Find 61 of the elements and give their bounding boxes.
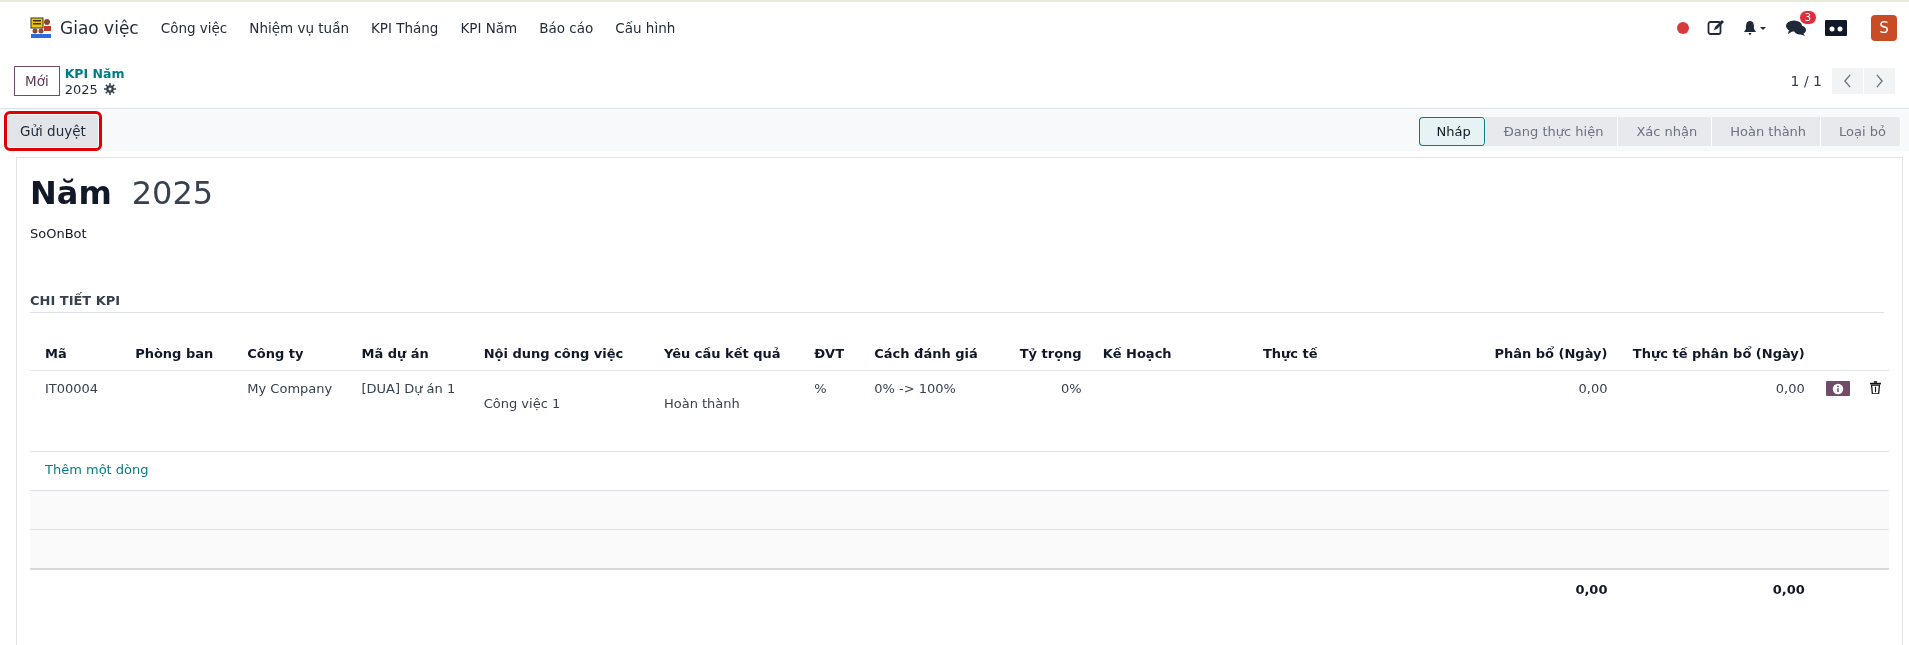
bell-icon[interactable] xyxy=(1743,20,1767,36)
column-header[interactable]: Nội dung công việc xyxy=(468,337,649,371)
chevron-left-icon xyxy=(1843,74,1852,88)
menu-item[interactable]: Cấu hình xyxy=(615,20,676,36)
menu-item[interactable]: KPI Năm xyxy=(460,20,518,36)
table-cell: 0% -> 100% xyxy=(874,381,956,396)
column-header[interactable]: Tỷ trọng xyxy=(997,337,1088,371)
table-cell: 0,00 xyxy=(1775,381,1805,396)
section-heading: CHI TIẾT KPI xyxy=(30,293,1884,313)
stage-step[interactable]: Đang thực hiện xyxy=(1485,116,1619,146)
menu-item[interactable]: Báo cáo xyxy=(539,20,594,36)
stage-step[interactable]: Hoàn thành xyxy=(1712,116,1822,146)
table-cell: Công việc 1 xyxy=(483,396,561,411)
delete-icon[interactable] xyxy=(1869,381,1881,394)
table-cell: My Company xyxy=(247,381,333,396)
total-value: 0,00 xyxy=(1772,582,1805,597)
add-line-link[interactable]: Thêm một dòng xyxy=(45,462,149,477)
table-cell: Hoàn thành xyxy=(663,396,740,411)
app-name[interactable]: Giao việc xyxy=(60,18,139,38)
user-avatar[interactable]: S xyxy=(1871,15,1897,41)
message-count-badge: 3 xyxy=(1798,10,1817,25)
table-cell: % xyxy=(814,381,827,396)
column-header[interactable]: Công ty xyxy=(232,337,347,371)
user-name[interactable]: SoOnBot xyxy=(30,226,1884,241)
year-label: Năm xyxy=(30,174,112,212)
pager-counter: 1 / 1 xyxy=(1790,73,1822,89)
column-header[interactable]: Phòng ban xyxy=(120,337,233,371)
column-header[interactable]: Mã dự án xyxy=(346,337,469,371)
next-button[interactable] xyxy=(1864,68,1895,94)
year-value[interactable]: 2025 xyxy=(131,174,214,212)
column-header[interactable]: Kế Hoạch xyxy=(1087,337,1248,371)
menu-item[interactable]: Nhiệm vụ tuần xyxy=(249,20,349,36)
total-value: 0,00 xyxy=(1575,582,1608,597)
stage-step[interactable]: Xác nhận xyxy=(1618,116,1713,146)
info-button[interactable] xyxy=(1825,381,1850,396)
column-header[interactable]: Phân bổ (Ngày) xyxy=(1448,337,1614,371)
column-header[interactable]: Thực tế xyxy=(1247,337,1449,371)
chat-icon[interactable] xyxy=(1785,19,1807,37)
column-header[interactable]: Yêu cầu kết quả xyxy=(648,337,800,371)
table-cell: 0,00 xyxy=(1578,381,1608,396)
record-name: 2025 xyxy=(64,81,98,97)
breadcrumb-link[interactable]: KPI Năm xyxy=(64,65,125,81)
column-header[interactable]: ĐVT xyxy=(799,337,860,371)
chevron-right-icon xyxy=(1875,74,1884,88)
column-header[interactable]: Mã xyxy=(30,337,121,371)
menu-item[interactable]: Công việc xyxy=(160,20,228,36)
table-cell: IT00004 xyxy=(45,381,99,396)
record-dot-icon[interactable] xyxy=(1677,22,1689,34)
app-logo-icon[interactable] xyxy=(30,17,52,39)
menu-item[interactable]: KPI Tháng xyxy=(370,20,439,36)
settings-icon[interactable] xyxy=(103,83,116,95)
table-cell: [DUA] Dự án 1 xyxy=(361,381,456,396)
new-button[interactable]: Mới xyxy=(14,66,60,96)
previous-button[interactable] xyxy=(1832,68,1863,94)
column-header[interactable]: Cách đánh giá xyxy=(859,337,998,371)
edit-icon[interactable] xyxy=(1707,19,1725,37)
stage-step[interactable]: Loại bỏ xyxy=(1821,116,1901,146)
stage-step[interactable]: Nháp xyxy=(1418,116,1486,146)
table-cell: 0% xyxy=(1061,381,1082,396)
tape-icon[interactable] xyxy=(1825,20,1847,36)
column-header[interactable]: Thực tế phân bổ (Ngày) xyxy=(1613,337,1811,371)
